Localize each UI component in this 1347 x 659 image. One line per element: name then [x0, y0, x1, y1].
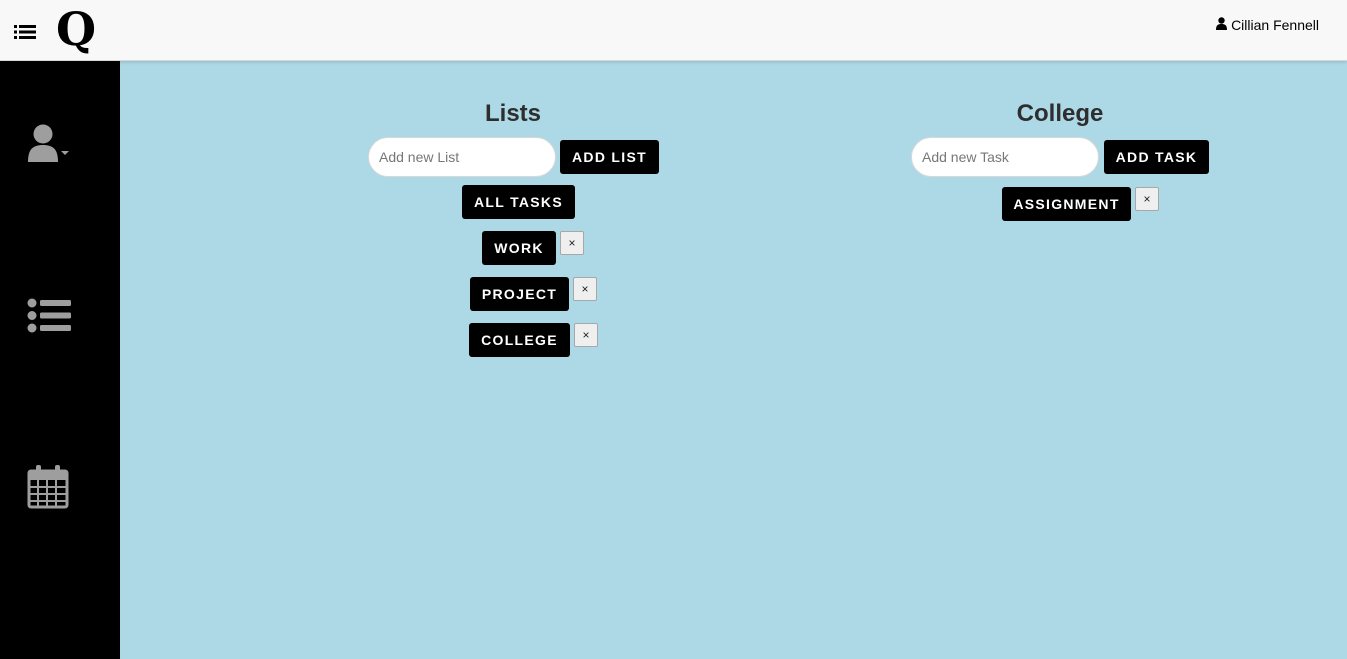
sidebar — [0, 61, 120, 659]
top-navbar: Q Cillian Fennell — [0, 0, 1347, 61]
lists-title: Lists — [484, 100, 541, 127]
main-content: Lists ADD LIST ALL TASKS WORK × PROJECT … — [120, 61, 1347, 659]
list-item-college[interactable]: COLLEGE — [469, 323, 570, 357]
list-item-project[interactable]: PROJECT — [470, 277, 569, 311]
user-name: Cillian Fennell — [1231, 17, 1319, 33]
list-icon[interactable] — [27, 298, 73, 334]
delete-list-project-button[interactable]: × — [573, 277, 597, 301]
user-profile-icon[interactable] — [27, 124, 71, 164]
delete-list-college-button[interactable]: × — [574, 323, 598, 347]
tasks-title: College — [1016, 100, 1104, 127]
user-menu[interactable]: Cillian Fennell — [1216, 17, 1319, 33]
new-task-input[interactable] — [912, 138, 1098, 176]
calendar-icon[interactable] — [27, 465, 69, 509]
user-icon — [1216, 17, 1228, 33]
all-tasks-button[interactable]: ALL TASKS — [462, 185, 575, 219]
new-list-input[interactable] — [369, 138, 555, 176]
list-item-work[interactable]: WORK — [482, 231, 556, 265]
delete-list-work-button[interactable]: × — [560, 231, 584, 255]
task-item-assignment[interactable]: ASSIGNMENT — [1002, 187, 1131, 221]
delete-task-assignment-button[interactable]: × — [1135, 187, 1159, 211]
add-task-button[interactable]: ADD TASK — [1104, 140, 1209, 174]
add-list-button[interactable]: ADD LIST — [560, 140, 659, 174]
app-logo[interactable]: Q — [56, 2, 96, 56]
list-icon[interactable] — [14, 23, 36, 41]
